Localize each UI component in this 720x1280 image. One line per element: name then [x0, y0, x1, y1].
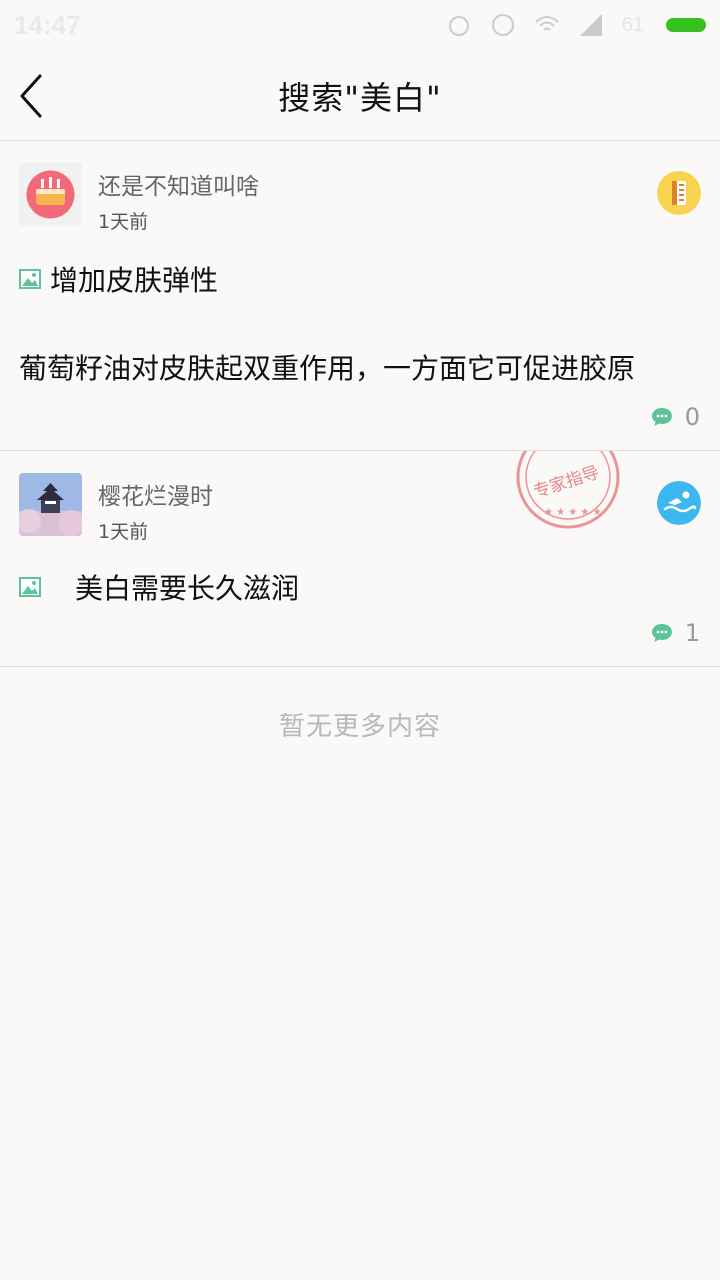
username[interactable]: 樱花烂漫时	[98, 477, 213, 511]
status-icons: 61	[446, 10, 706, 40]
status-time: 14:47	[14, 10, 81, 40]
expert-stamp: 专家指导 ★ ★ ★ ★ ★	[514, 451, 622, 531]
svg-text:★ ★ ★ ★ ★: ★ ★ ★ ★ ★	[544, 507, 602, 518]
post-excerpt: 葡萄籽油对皮肤起双重作用，一方面它可促进胶原	[19, 352, 636, 385]
ruler-badge-icon	[657, 171, 701, 215]
alarm-icon	[448, 16, 469, 36]
wifi-icon	[535, 16, 559, 31]
post-title: 增加皮肤弹性	[50, 264, 219, 297]
stamp-text: 专家指导	[531, 463, 602, 503]
battery-text: 61	[621, 13, 644, 36]
battery-icon	[666, 18, 706, 32]
post-time: 1天前	[98, 521, 149, 543]
header: 搜索"美白"	[0, 52, 720, 141]
post-title-row[interactable]: 美白需要长久滋润	[19, 567, 299, 607]
comment-count: 0	[684, 403, 700, 431]
castle-avatar-icon	[19, 473, 82, 536]
comment-count-area[interactable]: 0	[651, 403, 700, 431]
comment-icon	[651, 408, 672, 426]
post-title: 美白需要长久滋润	[75, 572, 300, 605]
post-title-row[interactable]: 增加皮肤弹性	[19, 259, 218, 299]
chevron-left-icon[interactable]	[14, 72, 54, 120]
swimmer-badge-icon	[657, 481, 701, 525]
clock-icon	[491, 14, 514, 36]
status-bar: 14:47 61	[0, 0, 720, 52]
image-icon	[19, 269, 41, 289]
no-more-content-text: 暂无更多内容	[278, 712, 441, 742]
avatar[interactable]	[19, 163, 82, 226]
page-title: 搜索"美白"	[278, 79, 442, 117]
image-icon	[19, 577, 41, 597]
username[interactable]: 还是不知道叫啥	[98, 167, 259, 201]
comment-count-area[interactable]: 1	[651, 619, 700, 647]
avatar[interactable]	[19, 473, 82, 536]
comment-count: 1	[684, 619, 700, 647]
post-item[interactable]: 还是不知道叫啥 1天前 增加皮肤弹性 葡萄籽油对皮肤起双重作用，一方面它可促进胶…	[0, 141, 720, 451]
post-time: 1天前	[98, 211, 149, 233]
post-item[interactable]: 专家指导 ★ ★ ★ ★ ★ 樱花烂漫时 1天前 美白需要长久滋润 1	[0, 451, 720, 667]
signal-icon	[579, 14, 602, 36]
comment-icon	[651, 624, 672, 642]
cake-avatar-icon	[19, 163, 82, 226]
